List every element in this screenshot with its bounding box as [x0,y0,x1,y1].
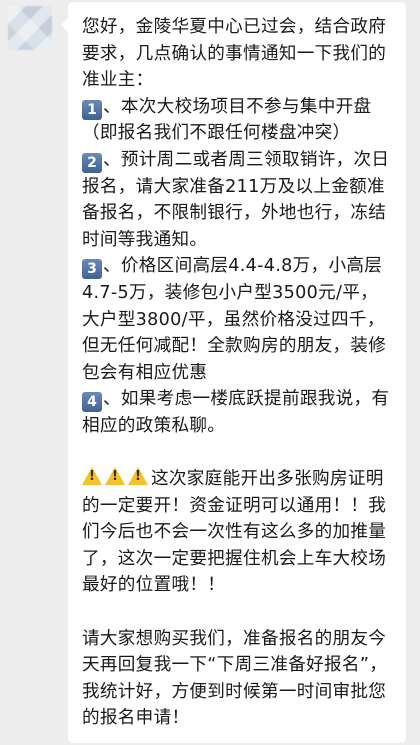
message-closing: 请大家想购买我们，准备报名的朋友今天再回复我一下“下周三准备好报名”，我统计好，… [82,628,388,729]
warning-icon [82,467,102,486]
sender-avatar[interactable] [8,6,52,50]
message-item-3: 3 、价格区间高层4.4-4.8万，小高层4.7-5万，装修包小户型3500元/平… [82,253,394,386]
message-item-4-text: 、如果考虑一楼底跃提前跟我说，有相应的政策私聊。 [82,389,390,436]
message-warning: 这次家庭能开出多张购房证明的一定要开！资金证明可以通用！！我们今后也不会一次性有… [82,466,394,599]
warning-icon [105,467,125,486]
message-intro: 您好，金陵华夏中心已过会，结合政府要求，几点确认的事情通知一下我们的准业主： [82,17,387,91]
message-warning-text: 这次家庭能开出多张购房证明的一定要开！资金证明可以通用！！我们今后也不会一次性有… [82,469,387,596]
number-3-icon: 3 [82,259,102,280]
message-item-4: 4 、如果考虑一楼底跃提前跟我说，有相应的政策私聊。 [82,386,394,439]
number-4-icon: 4 [82,392,102,413]
number-1-icon: 1 [82,99,102,120]
warning-icon [128,467,148,486]
message-item-2-text: 、预计周二或者周三领取销许，次日报名，请大家准备211万及以上金额准备报名，不限… [82,149,390,250]
number-2-icon: 2 [82,152,102,173]
message-item-3-text: 、价格区间高层4.4-4.8万，小高层4.7-5万，装修包小户型3500元/平，… [82,256,387,383]
message-item-1: 1 、本次大校场项目不参与集中开盘（即报名我们不跟任何楼盘冲突） [82,94,394,147]
chat-message-bubble: 您好，金陵华夏中心已过会，结合政府要求，几点确认的事情通知一下我们的准业主： 1… [61,2,406,743]
message-item-2: 2 、预计周二或者周三领取销许，次日报名，请大家准备211万及以上金额准备报名，不… [82,147,394,253]
message-item-1-text: 、本次大校场项目不参与集中开盘（即报名我们不跟任何楼盘冲突） [82,96,372,144]
